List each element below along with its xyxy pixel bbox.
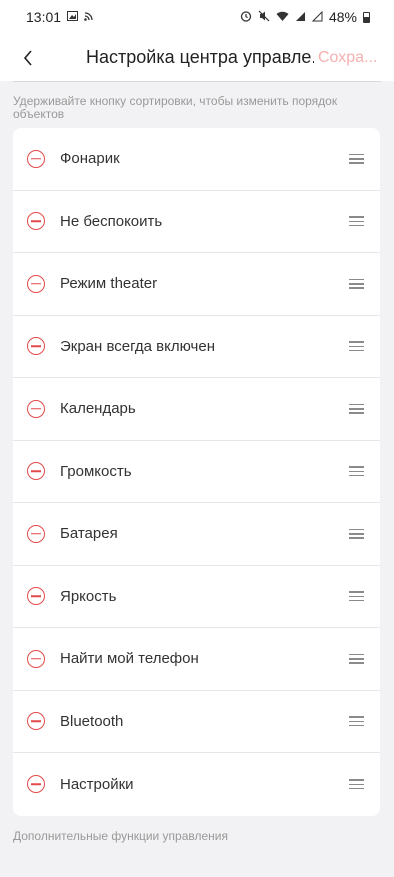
list-item[interactable]: Громкость bbox=[13, 441, 380, 503]
drag-handle-icon[interactable] bbox=[349, 779, 364, 790]
remove-icon[interactable] bbox=[27, 212, 45, 231]
save-button[interactable]: Сохра... bbox=[318, 49, 376, 67]
status-bar: 13:01 48% bbox=[0, 0, 394, 34]
signal-icon bbox=[295, 11, 306, 24]
list-item-label: Bluetooth bbox=[60, 712, 124, 730]
signal-icon-2 bbox=[311, 10, 323, 24]
remove-icon[interactable] bbox=[27, 399, 45, 418]
drag-handle-icon[interactable] bbox=[349, 591, 364, 602]
drag-handle-icon[interactable] bbox=[349, 403, 364, 414]
list-item-label: Режим theater bbox=[60, 275, 158, 293]
drag-handle-icon[interactable] bbox=[349, 216, 364, 227]
list-item[interactable]: Яркость bbox=[13, 566, 380, 628]
chevron-left-icon bbox=[23, 49, 32, 66]
remove-icon[interactable] bbox=[27, 524, 45, 543]
list-item[interactable]: Не беспокоить bbox=[13, 191, 380, 253]
list-item[interactable]: Экран всегда включен bbox=[13, 316, 380, 378]
section-title: Дополнительные функции управления bbox=[13, 829, 229, 843]
list-item-label: Яркость bbox=[60, 587, 117, 605]
alarm-icon bbox=[240, 10, 252, 24]
list-item[interactable]: Фонарик bbox=[13, 128, 380, 191]
cast-icon bbox=[84, 11, 94, 23]
remove-icon[interactable] bbox=[27, 587, 45, 606]
page-title: Настройка центра управле... bbox=[86, 47, 314, 67]
list-item-label: Не беспокоить bbox=[60, 212, 163, 230]
status-time: 13:01 bbox=[26, 9, 62, 25]
list-item[interactable]: Батарея bbox=[13, 503, 380, 566]
header: Настройка центра управле... Сохра... bbox=[0, 34, 394, 81]
list-item[interactable]: Bluetooth bbox=[13, 691, 380, 753]
list-item[interactable]: Настройки bbox=[13, 753, 380, 816]
image-icon bbox=[67, 11, 79, 23]
header-divider bbox=[13, 81, 381, 82]
remove-icon[interactable] bbox=[27, 149, 45, 168]
drag-handle-icon[interactable] bbox=[349, 653, 364, 664]
remove-icon[interactable] bbox=[27, 274, 45, 293]
drag-handle-icon[interactable] bbox=[349, 466, 364, 477]
back-button[interactable] bbox=[0, 34, 56, 81]
battery-percent: 48% bbox=[328, 9, 357, 25]
remove-icon[interactable] bbox=[27, 649, 45, 668]
list-item[interactable]: Найти мой телефон bbox=[13, 628, 380, 691]
list-item-label: Экран всегда включен bbox=[60, 337, 215, 355]
list-item-label: Календарь bbox=[60, 400, 136, 418]
remove-icon[interactable] bbox=[27, 775, 45, 794]
status-left: 13:01 bbox=[26, 9, 94, 25]
remove-icon[interactable] bbox=[27, 712, 45, 731]
drag-handle-icon[interactable] bbox=[349, 341, 364, 352]
remove-icon[interactable] bbox=[27, 337, 45, 356]
list-item[interactable]: Режим theater bbox=[13, 253, 380, 316]
mute-icon bbox=[258, 10, 270, 24]
list-item-label: Батарея bbox=[60, 525, 118, 543]
drag-handle-icon[interactable] bbox=[349, 716, 364, 727]
remove-icon[interactable] bbox=[27, 462, 45, 481]
list-item-label: Настройки bbox=[60, 775, 134, 793]
active-items-list: Фонарик Не беспокоить Режим theater Экран в… bbox=[13, 128, 380, 816]
wifi-icon bbox=[276, 11, 289, 24]
drag-handle-icon[interactable] bbox=[349, 153, 364, 164]
battery-icon bbox=[363, 11, 370, 23]
status-right: 48% bbox=[240, 9, 370, 25]
list-item-label: Громкость bbox=[60, 462, 132, 480]
sort-hint: Удерживайте кнопку сортировки, чтобы изм… bbox=[13, 94, 338, 121]
list-item[interactable]: Календарь bbox=[13, 378, 380, 441]
list-item-label: Найти мой телефон bbox=[60, 650, 199, 668]
drag-handle-icon[interactable] bbox=[349, 528, 364, 539]
list-item-label: Фонарик bbox=[60, 150, 120, 168]
drag-handle-icon[interactable] bbox=[349, 278, 364, 289]
